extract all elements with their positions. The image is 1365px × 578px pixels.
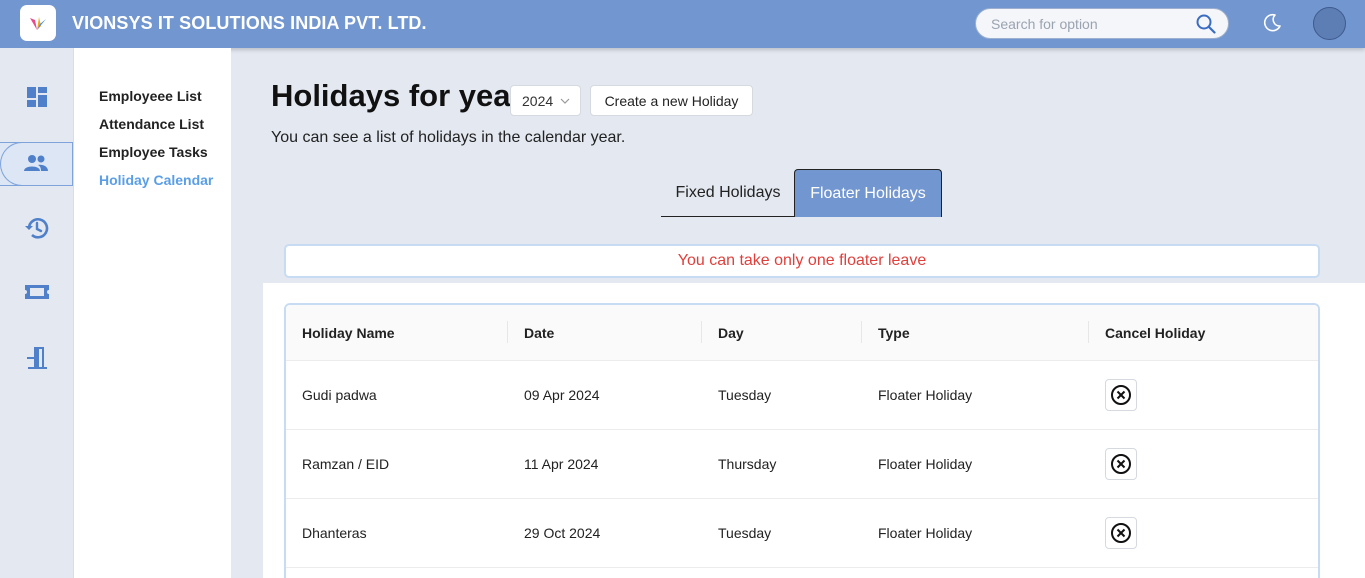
type-cell: Floater Holiday — [878, 525, 973, 541]
icon-rail — [0, 48, 73, 578]
day-cell: Tuesday — [718, 525, 772, 541]
column-divider — [1088, 321, 1089, 343]
table-panel: Holiday Name Date Day Type Cancel Holida… — [263, 283, 1365, 578]
table-header: Holiday Name Date Day Type Cancel Holida… — [286, 305, 1318, 361]
search-icon[interactable] — [1196, 14, 1216, 34]
day-cell: Thursday — [718, 456, 777, 472]
date-cell: 29 Oct 2024 — [524, 525, 601, 541]
top-bar: VIONSYS IT SOLUTIONS INDIA PVT. LTD. — [0, 0, 1365, 48]
rail-item-people[interactable] — [0, 142, 73, 186]
year-select[interactable]: 2024 — [510, 85, 581, 116]
cancel-cell — [1105, 430, 1137, 498]
subnav-item-attendance-list[interactable]: Attendance List — [99, 116, 204, 132]
date-cell: 09 Apr 2024 — [524, 387, 600, 403]
page-subtitle: You can see a list of holidays in the ca… — [271, 129, 626, 146]
table-row: Dhanteras 29 Oct 2024 Tuesday Floater Ho… — [286, 499, 1318, 568]
search-box[interactable] — [975, 8, 1229, 39]
rail-item-exit[interactable] — [0, 336, 73, 380]
column-header-cancel-holiday: Cancel Holiday — [1105, 325, 1206, 341]
holiday-table: Holiday Name Date Day Type Cancel Holida… — [284, 303, 1320, 578]
type-cell: Floater Holiday — [878, 387, 973, 403]
search-input[interactable] — [991, 15, 1196, 33]
company-logo[interactable] — [20, 5, 56, 41]
company-name: VIONSYS IT SOLUTIONS INDIA PVT. LTD. — [72, 13, 427, 33]
day-cell: Tuesday — [718, 387, 772, 403]
cancel-holiday-button[interactable] — [1105, 448, 1137, 480]
exit-door-icon — [26, 347, 47, 369]
column-divider — [507, 321, 508, 343]
page-title: Holidays for year — [271, 78, 523, 113]
cancel-holiday-button[interactable] — [1105, 379, 1137, 411]
type-cell: Floater Holiday — [878, 456, 973, 472]
subnav-item-employee-tasks[interactable]: Employee Tasks — [99, 144, 208, 160]
ticket-icon — [24, 285, 49, 299]
close-circle-icon — [1111, 523, 1131, 543]
main-content: Holidays for year 2024 Create a new Holi… — [231, 48, 1365, 578]
close-circle-icon — [1111, 385, 1131, 405]
column-header-date: Date — [524, 325, 555, 341]
subnav-item-employee-list[interactable]: Employeee List — [99, 88, 202, 104]
column-divider — [701, 321, 702, 343]
tab-fixed-holidays[interactable]: Fixed Holidays — [661, 169, 795, 217]
date-cell: 11 Apr 2024 — [524, 456, 599, 472]
sub-navigation: Employeee List Attendance List Employee … — [73, 48, 231, 578]
rail-item-history[interactable] — [0, 206, 73, 250]
cancel-holiday-button[interactable] — [1105, 517, 1137, 549]
column-divider — [861, 321, 862, 343]
table-row: Ramzan / EID 11 Apr 2024 Thursday Floate… — [286, 430, 1318, 499]
dark-mode-toggle-icon[interactable] — [1262, 13, 1282, 33]
people-icon — [24, 155, 48, 171]
year-select-value: 2024 — [522, 93, 554, 109]
tab-floater-holidays[interactable]: Floater Holidays — [794, 169, 942, 217]
create-holiday-button[interactable]: Create a new Holiday — [590, 85, 753, 116]
rail-item-dashboard[interactable] — [0, 75, 73, 119]
subnav-item-holiday-calendar[interactable]: Holiday Calendar — [99, 172, 213, 188]
floater-notice: You can take only one floater leave — [284, 244, 1320, 278]
column-header-day: Day — [718, 325, 744, 341]
logo-icon — [30, 17, 46, 30]
cancel-cell — [1105, 361, 1137, 429]
column-header-holiday-name: Holiday Name — [302, 325, 395, 341]
holiday-name-cell: Ramzan / EID — [302, 456, 390, 472]
cancel-cell — [1105, 499, 1137, 567]
table-row: Gudi padwa 09 Apr 2024 Tuesday Floater H… — [286, 361, 1318, 430]
rail-item-ticket[interactable] — [0, 270, 73, 314]
history-icon — [24, 218, 48, 239]
user-avatar[interactable] — [1313, 7, 1346, 40]
column-header-type: Type — [878, 325, 910, 341]
holiday-name-cell: Gudi padwa — [302, 387, 377, 403]
holiday-name-cell: Dhanteras — [302, 525, 367, 541]
chevron-down-icon — [560, 98, 570, 104]
dashboard-icon — [26, 87, 47, 107]
close-circle-icon — [1111, 454, 1131, 474]
